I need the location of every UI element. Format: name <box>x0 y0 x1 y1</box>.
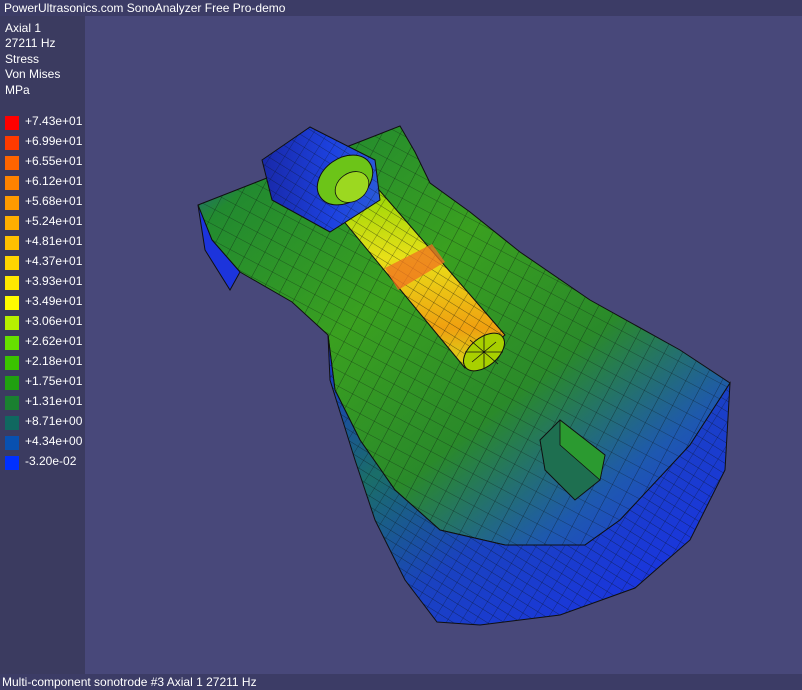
legend-swatch <box>5 136 19 150</box>
legend-value: +4.37e+01 <box>25 254 83 268</box>
legend-swatch <box>5 316 19 330</box>
legend-value: +3.06e+01 <box>25 314 83 328</box>
legend-value: +5.68e+01 <box>25 194 83 208</box>
legend-value: +6.12e+01 <box>25 174 83 188</box>
legend-swatch <box>5 216 19 230</box>
legend-swatch <box>5 276 19 290</box>
legend-swatch <box>5 376 19 390</box>
legend-value: +8.71e+00 <box>25 414 83 428</box>
legend-value: +1.75e+01 <box>25 374 83 388</box>
result-info: Axial 1 27211 Hz Stress Von Mises MPa <box>5 21 60 98</box>
frequency-label: 27211 Hz <box>5 36 56 51</box>
legend-value: +3.93e+01 <box>25 274 83 288</box>
legend-swatch <box>5 236 19 250</box>
status-bar: Multi-component sonotrode #3 Axial 1 272… <box>0 674 802 690</box>
quantity-label: Stress <box>5 51 40 66</box>
legend-swatch <box>5 176 19 190</box>
legend-swatch <box>5 196 19 210</box>
legend-swatch <box>5 396 19 410</box>
sonotrode-model <box>197 125 731 626</box>
legend-value: +2.18e+01 <box>25 354 83 368</box>
legend-value: +5.24e+01 <box>25 214 83 228</box>
3d-viewport[interactable] <box>85 16 802 674</box>
legend-value: +3.49e+01 <box>25 294 83 308</box>
legend-value: +4.81e+01 <box>25 234 83 248</box>
legend-swatch <box>5 336 19 350</box>
legend-value: +7.43e+01 <box>25 114 83 128</box>
legend-swatch <box>5 416 19 430</box>
window-title: PowerUltrasonics.com SonoAnalyzer Free P… <box>0 0 802 16</box>
legend-swatch <box>5 436 19 450</box>
legend-swatch <box>5 116 19 130</box>
legend-panel: Axial 1 27211 Hz Stress Von Mises MPa +7… <box>0 16 85 674</box>
legend-value: +1.31e+01 <box>25 394 83 408</box>
criterion-label: Von Mises <box>5 67 61 82</box>
legend-swatch <box>5 356 19 370</box>
legend-value: +4.34e+00 <box>25 434 83 448</box>
mode-label: Axial 1 <box>5 21 42 35</box>
legend-swatch <box>5 296 19 310</box>
legend-value: +2.62e+01 <box>25 334 83 348</box>
legend-swatch <box>5 256 19 270</box>
legend-value: +6.55e+01 <box>25 154 83 168</box>
legend-value: -3.20e-02 <box>25 454 77 468</box>
legend-swatch <box>5 456 19 470</box>
legend-value: +6.99e+01 <box>25 134 83 148</box>
legend-swatch <box>5 156 19 170</box>
unit-label: MPa <box>5 82 30 97</box>
